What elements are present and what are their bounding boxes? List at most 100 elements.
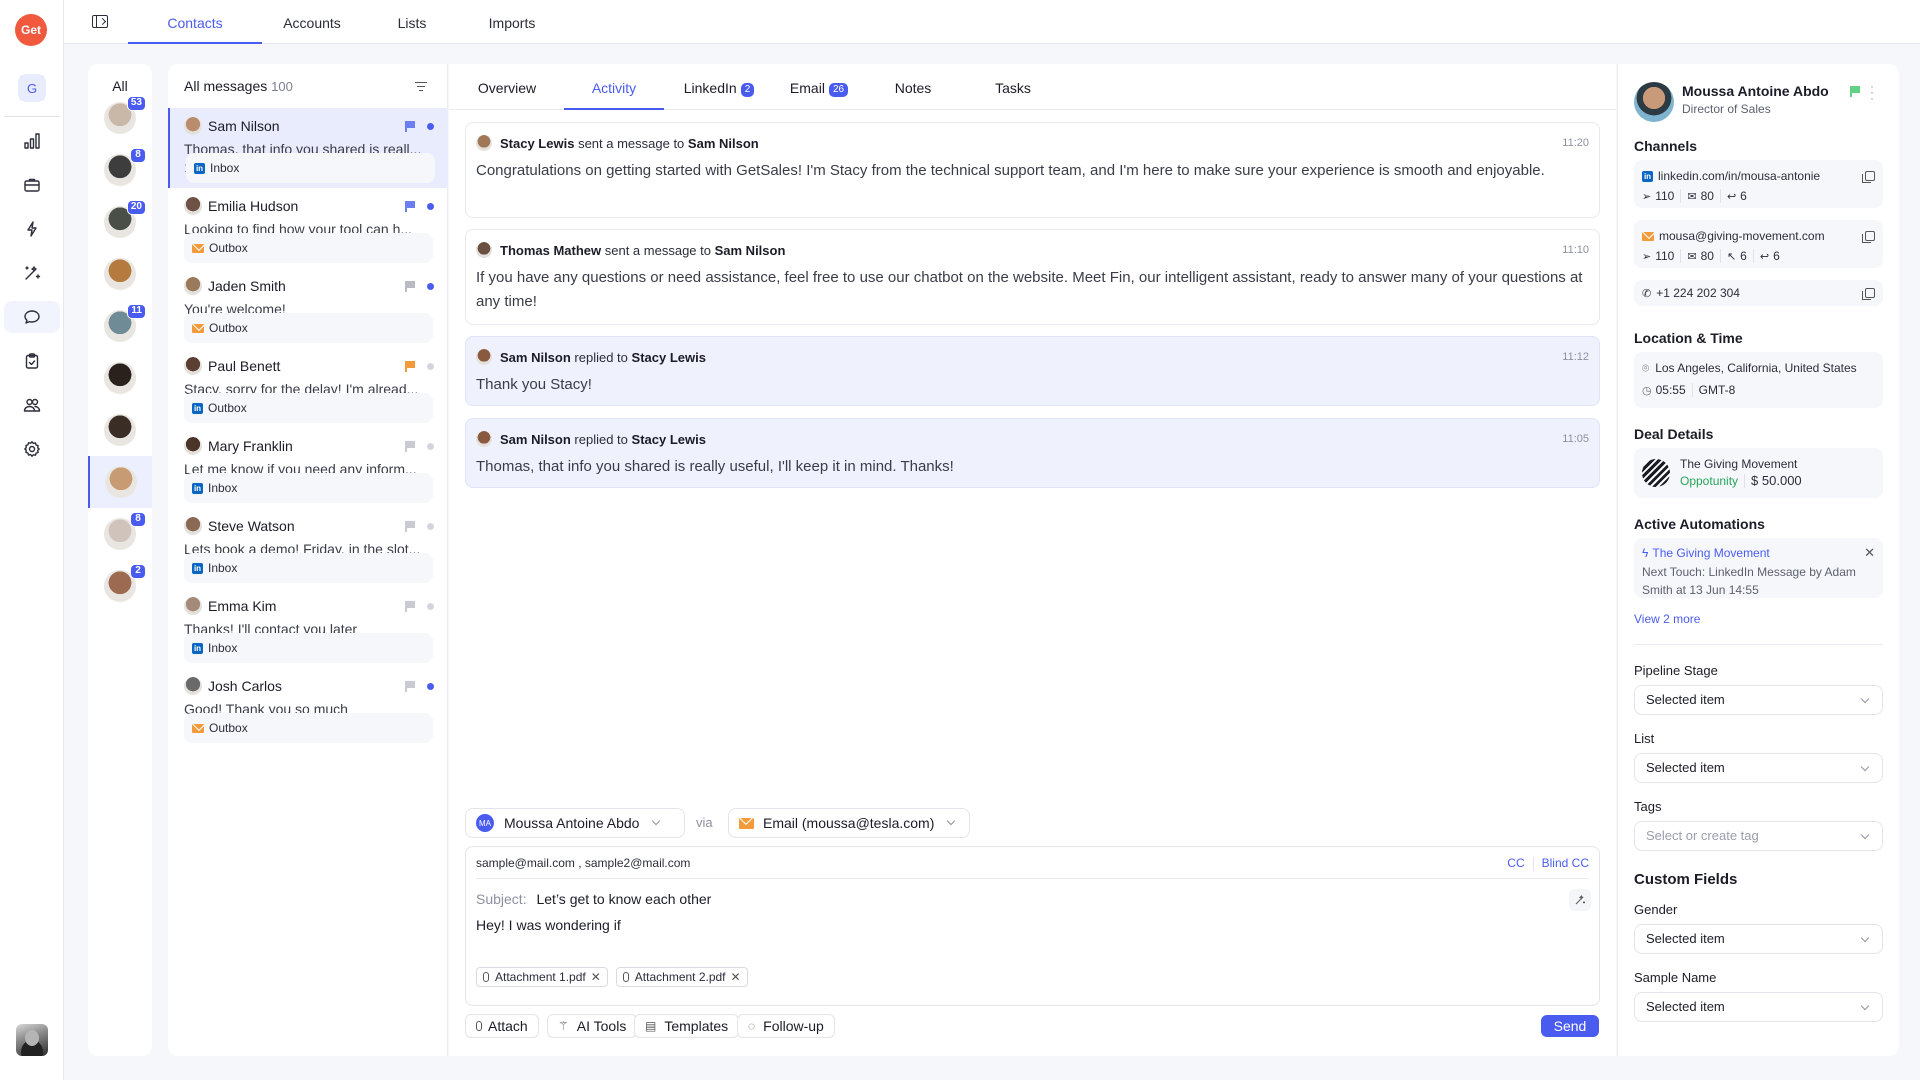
author-name[interactable]: Sam Nilson	[500, 350, 571, 365]
contact-list-item[interactable]: 53	[88, 92, 152, 144]
nav-analytics[interactable]	[4, 125, 60, 157]
tab-imports[interactable]: Imports	[462, 0, 562, 44]
subject-value: Let’s get to know each other	[536, 891, 712, 907]
contact-list-item[interactable]: 8	[88, 508, 152, 560]
flag-icon[interactable]	[405, 201, 415, 212]
tags-select[interactable]: Select or create tag	[1634, 821, 1883, 851]
flag-icon[interactable]	[405, 601, 415, 612]
flag-icon[interactable]	[405, 281, 415, 292]
ai-tools-button[interactable]: ⚚ AI Tools	[547, 1014, 638, 1038]
nav-tasks[interactable]	[4, 345, 60, 377]
remove-attachment-icon[interactable]: ✕	[731, 968, 741, 986]
to-field[interactable]: sample@mail.com , sample2@mail.com CC Bli…	[476, 847, 1589, 879]
follow-up-button[interactable]: ◌ Follow-up	[737, 1014, 835, 1038]
messages-list: All messages 100 Sam Nilson Thomas, that …	[168, 64, 448, 1056]
message-list-item[interactable]: Paul Benett Stacy, sorry for the delay! I…	[168, 348, 448, 428]
to-recipients: sample@mail.com , sample2@mail.com	[476, 856, 691, 870]
templates-button[interactable]: ▤ Templates	[634, 1014, 740, 1038]
message-list-item[interactable]: Mary Franklin Let me know if you need any…	[168, 428, 448, 508]
more-options-icon[interactable]: · · ·	[1870, 80, 1874, 104]
channel-select[interactable]: Email (moussa@tesla.com)	[728, 808, 970, 838]
copy-icon[interactable]	[1862, 171, 1875, 183]
recipient-select[interactable]: MA Moussa Antoine Abdo	[465, 808, 685, 838]
tab-activity[interactable]: Activity	[564, 64, 664, 110]
unread-dot	[427, 522, 434, 530]
tab-email[interactable]: Email 26	[769, 64, 869, 110]
attachments-list: Attachment 1.pdf ✕ Attachment 2.pdf ✕	[476, 967, 748, 987]
message-composer: sample@mail.com , sample2@mail.com CC Bli…	[465, 846, 1600, 1006]
view-more-link[interactable]: View 2 more	[1634, 612, 1700, 626]
send-button[interactable]: Send	[1541, 1015, 1599, 1037]
author-name[interactable]: Sam Nilson	[500, 432, 571, 447]
paperclip-icon	[622, 972, 629, 982]
flag-icon[interactable]	[405, 121, 415, 132]
tab-notes[interactable]: Notes	[863, 64, 963, 110]
contact-list-item[interactable]: 11	[88, 300, 152, 352]
user-avatar[interactable]	[16, 1024, 48, 1056]
nav-messages[interactable]	[4, 301, 60, 333]
phone-number[interactable]: +1 224 202 304	[1656, 286, 1740, 300]
flag-icon[interactable]	[405, 521, 415, 532]
message-list-item[interactable]: Emma Kim Thanks! I'll contact you later in…	[168, 588, 448, 668]
filter-icon[interactable]	[415, 82, 427, 92]
flag-icon[interactable]	[405, 441, 415, 452]
linkedin-url[interactable]: linkedin.com/in/mousa-antonie	[1658, 169, 1820, 183]
app-logo[interactable]: Get	[15, 14, 47, 46]
contact-list-item[interactable]	[88, 404, 152, 456]
recipient-name[interactable]: Stacy Lewis	[632, 350, 706, 365]
message-list-item[interactable]: Josh Carlos Good! Thank you so much Outbox…	[168, 668, 448, 748]
tab-linkedin[interactable]: LinkedIn 2	[669, 64, 769, 110]
remove-attachment-icon[interactable]: ✕	[591, 968, 601, 986]
message-list-item[interactable]: Jaden SmithYou're welcome!OutboxYesterda…	[168, 268, 448, 348]
contact-list-item[interactable]	[88, 352, 152, 404]
recipient-name[interactable]: Stacy Lewis	[632, 432, 706, 447]
author-name[interactable]: Thomas Mathew	[500, 243, 601, 258]
attach-button[interactable]: Attach	[465, 1014, 539, 1038]
attachment-chip[interactable]: Attachment 1.pdf ✕	[476, 967, 608, 987]
deal-card[interactable]: The Giving Movement Oppotunity $ 50.000	[1634, 448, 1883, 498]
flag-icon[interactable]	[405, 681, 415, 692]
copy-icon[interactable]	[1862, 288, 1875, 300]
nav-ai-tools[interactable]	[4, 257, 60, 289]
tab-overview[interactable]: Overview	[457, 64, 557, 110]
tab-lists[interactable]: Lists	[362, 0, 462, 44]
gender-select[interactable]: Selected item	[1634, 924, 1883, 954]
nav-deals[interactable]	[4, 169, 60, 201]
contact-list-item[interactable]: 2	[88, 560, 152, 612]
close-icon[interactable]: ✕	[1864, 545, 1875, 561]
contact-list-item[interactable]: 8	[88, 144, 152, 196]
bcc-button[interactable]: Blind CC	[1542, 847, 1589, 879]
contact-list-item[interactable]: 20	[88, 196, 152, 248]
tab-accounts[interactable]: Accounts	[262, 0, 362, 44]
author-name[interactable]: Stacy Lewis	[500, 136, 574, 151]
tab-contacts[interactable]: Contacts	[128, 0, 262, 44]
contact-list-item[interactable]	[88, 456, 152, 508]
automation-name[interactable]: The Giving Movement	[1652, 546, 1769, 560]
nav-team[interactable]	[4, 389, 60, 421]
activity-time: 11:05	[1562, 433, 1589, 445]
phone-icon: ✆	[1642, 287, 1652, 300]
cc-button[interactable]: CC	[1507, 847, 1524, 879]
ai-rewrite-button[interactable]	[1569, 889, 1591, 911]
recipient-name[interactable]: Sam Nilson	[715, 243, 786, 258]
subject-field[interactable]: Subject: Let’s get to know each other	[476, 891, 711, 907]
flag-icon[interactable]	[405, 361, 415, 372]
recipient-name[interactable]: Sam Nilson	[688, 136, 759, 151]
message-list-item[interactable]: Sam Nilson Thomas, that info you shared i…	[168, 108, 448, 188]
copy-icon[interactable]	[1862, 231, 1875, 243]
sample-name-select[interactable]: Selected item	[1634, 992, 1883, 1022]
list-select[interactable]: Selected item	[1634, 753, 1883, 783]
sidebar-toggle-icon[interactable]	[92, 15, 108, 28]
nav-settings[interactable]	[4, 433, 60, 465]
pipeline-stage-select[interactable]: Selected item	[1634, 685, 1883, 715]
nav-automations[interactable]	[4, 213, 60, 245]
contact-list-item[interactable]	[88, 248, 152, 300]
message-body-input[interactable]: Hey! I was wondering if	[476, 917, 621, 933]
tab-tasks[interactable]: Tasks	[963, 64, 1063, 110]
message-list-item[interactable]: Steve Watson Lets book a demo! Friday, in…	[168, 508, 448, 588]
attachment-chip[interactable]: Attachment 2.pdf ✕	[615, 967, 748, 987]
email-address[interactable]: mousa@giving-movement.com	[1659, 229, 1825, 243]
workspace-switcher[interactable]: G	[18, 74, 46, 102]
message-list-item[interactable]: Emilia Hudson Looking to find how your to…	[168, 188, 448, 268]
flag-icon[interactable]	[1850, 86, 1860, 97]
